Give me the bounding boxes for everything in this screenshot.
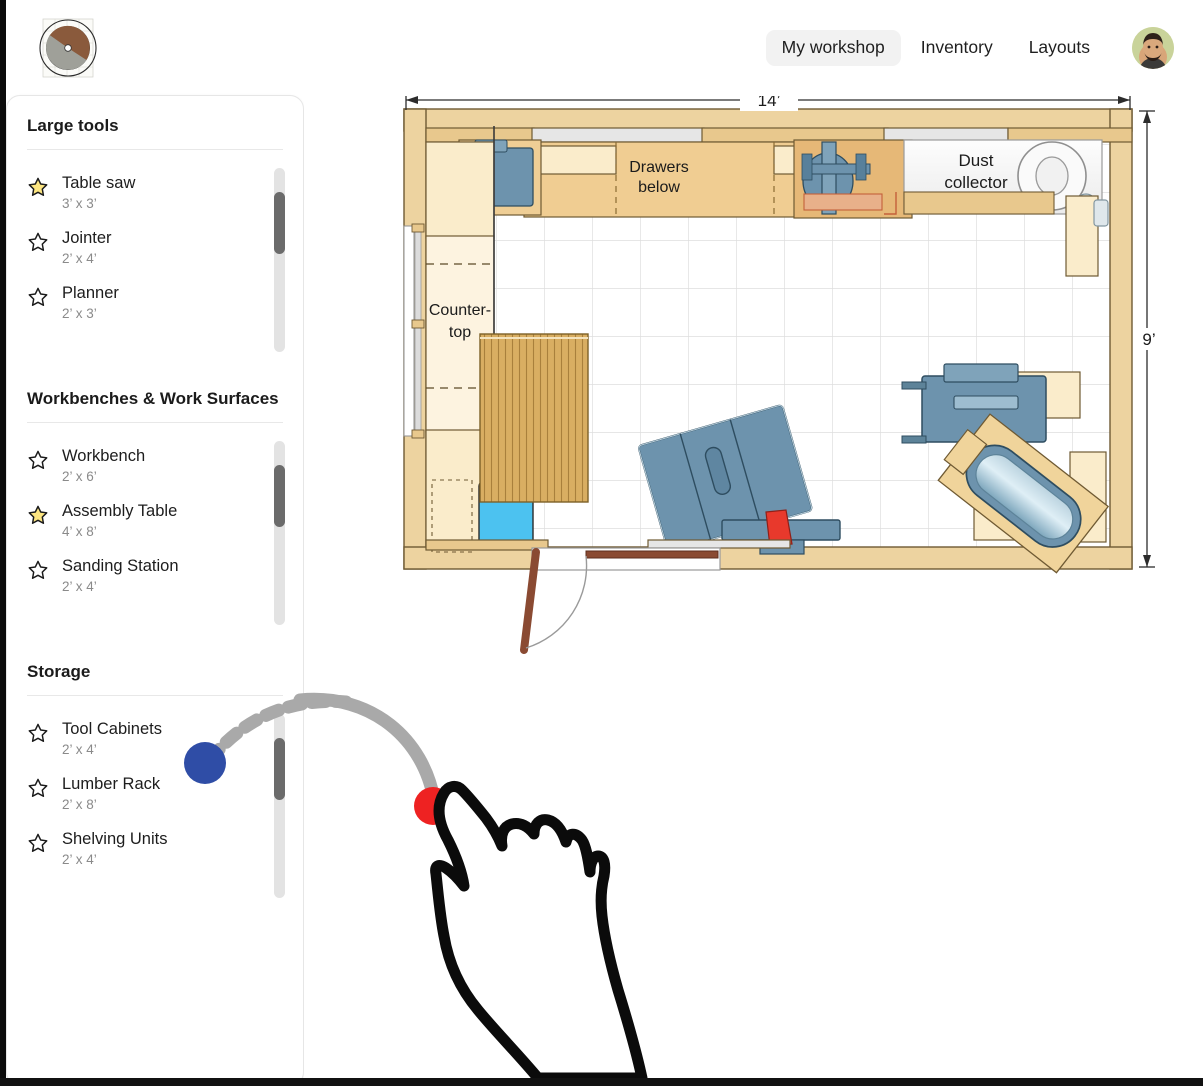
tool-dimensions: 2’ x 4’: [62, 742, 97, 758]
star-outline-icon[interactable]: [27, 286, 49, 308]
window-frame-bottom-edge: [0, 1078, 1203, 1086]
star-outline-icon[interactable]: [27, 832, 49, 854]
list-item[interactable]: Lumber Rack 2’ x 8’: [7, 767, 303, 822]
section-scrollbar[interactable]: [274, 440, 285, 625]
tool-name: Tool Cabinets: [62, 719, 162, 738]
tool-dimensions: 2’ x 4’: [62, 852, 97, 868]
list-item[interactable]: Sanding Station 2’ x 4’: [7, 549, 303, 604]
section-scrollbar[interactable]: [274, 713, 285, 898]
list-item[interactable]: Tool Cabinets 2’ x 4’: [7, 712, 303, 767]
tool-name: Workbench: [62, 446, 146, 465]
radial-arm-saw: [793, 139, 913, 219]
nav-my-workshop[interactable]: My workshop: [765, 30, 901, 66]
star-outline-icon[interactable]: [27, 777, 49, 799]
floorplan-width-label: 14’: [758, 96, 781, 110]
drawers-below-label-line1: Drawers: [629, 159, 689, 176]
list-item[interactable]: Table saw 3’ x 3’: [7, 166, 303, 221]
tool-name: Shelving Units: [62, 829, 168, 848]
countertop-label-line1: Counter-: [429, 302, 491, 319]
tool-name: Sanding Station: [62, 556, 179, 575]
section-items-large-tools: Table saw 3’ x 3’ Jointer 2’ x 4’ Planne…: [7, 150, 303, 331]
star-outline-icon[interactable]: [27, 559, 49, 581]
section-title-storage: Storage: [27, 661, 91, 681]
tool-name: Lumber Rack: [62, 774, 161, 793]
section-title-workbenches: Workbenches & Work Surfaces: [27, 388, 279, 408]
workshop-floorplan-canvas[interactable]: 14’ 9’ Drawers below Dust collector Coun…: [304, 96, 1203, 1078]
drawers-below-label-line2: below: [638, 179, 680, 196]
section-scrollbar-thumb: [274, 192, 285, 254]
star-outline-icon[interactable]: [27, 231, 49, 253]
saw-blade-logo[interactable]: [34, 15, 102, 85]
sidebar-section-storage: Storage Tool Cabinets 2’ x 4’ Lumber Rac…: [7, 604, 303, 898]
nav-layouts[interactable]: Layouts: [1013, 30, 1106, 66]
tool-dimensions: 2’ x 8’: [62, 797, 97, 813]
star-filled-icon[interactable]: [27, 176, 49, 198]
tool-dimensions: 3’ x 3’: [62, 196, 97, 212]
main-navigation: My workshop Inventory Layouts: [765, 0, 1203, 96]
tool-name: Jointer: [62, 228, 112, 247]
star-outline-icon[interactable]: [27, 449, 49, 471]
tool-library-sidebar[interactable]: Large tools Table saw 3’ x 3’ Jointer 2’…: [6, 95, 304, 1086]
tool-dimensions: 2’ x 3’: [62, 306, 97, 322]
user-avatar[interactable]: [1132, 27, 1174, 69]
section-scrollbar[interactable]: [274, 168, 285, 352]
list-item[interactable]: Workbench 2’ x 6’: [7, 439, 303, 494]
tool-name: Planner: [62, 283, 119, 302]
dust-collector-label-line2: collector: [944, 173, 1008, 192]
tool-dimensions: 2’ x 6’: [62, 469, 97, 485]
app-window: My workshop Inventory Layouts Large tool…: [0, 0, 1203, 1086]
list-item[interactable]: Jointer 2’ x 4’: [7, 221, 303, 276]
tool-dimensions: 2’ x 4’: [62, 579, 97, 595]
sidebar-section-workbenches: Workbenches & Work Surfaces Workbench 2’…: [7, 331, 303, 625]
entry-door: [520, 547, 721, 654]
tool-name: Assembly Table: [62, 501, 178, 520]
star-filled-icon[interactable]: [27, 504, 49, 526]
section-items-workbenches: Workbench 2’ x 6’ Assembly Table 4’ x 8’: [7, 423, 303, 604]
tool-name: Table saw: [62, 174, 136, 192]
list-item[interactable]: Assembly Table 4’ x 8’: [7, 494, 303, 549]
floorplan-height-label: 9’: [1142, 330, 1155, 349]
list-item[interactable]: Planner 2’ x 3’: [7, 276, 303, 331]
app-header: My workshop Inventory Layouts: [6, 0, 1203, 96]
countertop-label-line2: top: [449, 324, 471, 341]
section-items-storage: Tool Cabinets 2’ x 4’ Lumber Rack 2’ x 8…: [7, 696, 303, 877]
tool-dimensions: 4’ x 8’: [62, 524, 97, 540]
section-scrollbar-thumb: [274, 464, 285, 527]
section-title-large-tools: Large tools: [27, 116, 119, 135]
list-item[interactable]: Shelving Units 2’ x 4’: [7, 822, 303, 877]
section-scrollbar-thumb: [274, 737, 285, 800]
dust-collector-label-line1: Dust: [959, 151, 994, 170]
tool-dimensions: 2’ x 4’: [62, 251, 97, 267]
star-outline-icon[interactable]: [27, 722, 49, 744]
lumber-stack: [479, 333, 589, 503]
nav-inventory[interactable]: Inventory: [905, 30, 1009, 66]
sidebar-section-large-tools: Large tools Table saw 3’ x 3’ Jointer 2’…: [7, 96, 303, 352]
